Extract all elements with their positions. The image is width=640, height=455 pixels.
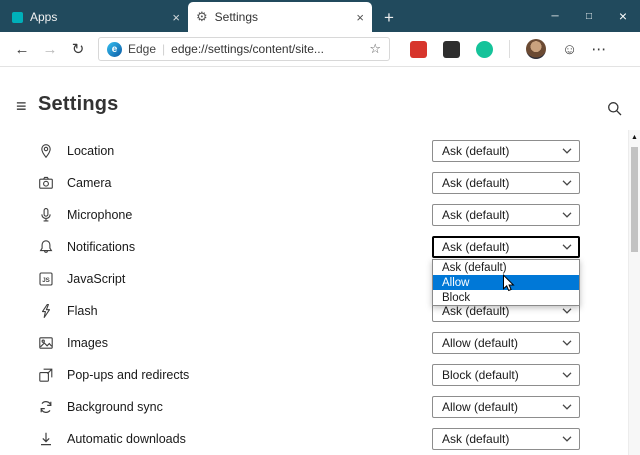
camera-icon [38, 175, 54, 191]
automatic-downloads-dropdown[interactable]: Ask (default) [432, 428, 580, 450]
setting-row-images: Images Allow (default) [0, 327, 628, 359]
setting-label: Microphone [67, 208, 133, 222]
scrollbar-up-arrow[interactable]: ▲ [629, 130, 640, 144]
popup-window-icon [38, 367, 54, 383]
selected-value: Ask (default) [442, 208, 510, 222]
chevron-down-icon [562, 212, 572, 218]
hamburger-menu-icon[interactable]: ≡ [16, 96, 27, 117]
notifications-dropdown[interactable]: Ask (default) [432, 236, 580, 258]
toolbar-divider [509, 40, 510, 58]
new-tab-button[interactable]: + [384, 9, 394, 26]
popups-dropdown[interactable]: Block (default) [432, 364, 580, 386]
tab-close-icon[interactable]: × [356, 11, 364, 24]
images-dropdown[interactable]: Allow (default) [432, 332, 580, 354]
extension-red-icon[interactable] [410, 40, 427, 58]
profile-avatar[interactable] [526, 39, 546, 59]
setting-row-automatic-downloads: Automatic downloads Ask (default) [0, 423, 628, 455]
setting-row-popups: Pop-ups and redirects Block (default) [0, 359, 628, 391]
maximize-button[interactable]: □ [572, 0, 606, 32]
overflow-menu-icon[interactable]: ⋯ [591, 40, 607, 58]
flash-icon [38, 303, 54, 319]
location-icon [38, 143, 54, 159]
setting-label: Location [67, 144, 115, 158]
chevron-down-icon [562, 244, 572, 250]
back-button[interactable]: ← [10, 41, 34, 58]
tab-apps[interactable]: Apps × [4, 2, 188, 32]
background-sync-dropdown[interactable]: Allow (default) [432, 396, 580, 418]
selected-value: Ask (default) [442, 144, 510, 158]
edge-label: Edge [128, 42, 157, 56]
setting-row-background-sync: Background sync Allow (default) [0, 391, 628, 423]
scrollbar-thumb[interactable] [631, 147, 638, 252]
apps-tab-icon [12, 11, 23, 23]
browser-toolbar: ← → ↻ e Edge | edge://settings/content/s… [0, 32, 640, 67]
selected-value: Ask (default) [442, 240, 510, 254]
microphone-icon [38, 207, 54, 223]
setting-row-camera: Camera Ask (default) [0, 167, 628, 199]
setting-label: Notifications [67, 240, 136, 254]
chevron-down-icon [562, 436, 572, 442]
chevron-down-icon [562, 372, 572, 378]
camera-dropdown[interactable]: Ask (default) [432, 172, 580, 194]
search-icon[interactable] [607, 101, 622, 121]
feedback-smiley-icon[interactable]: ☺ [562, 41, 577, 58]
setting-row-location: Location Ask (default) [0, 135, 628, 167]
window-close-button[interactable]: × [606, 0, 640, 32]
microphone-dropdown[interactable]: Ask (default) [432, 204, 580, 226]
tab-settings[interactable]: ⚙ Settings × [188, 2, 372, 32]
chevron-down-icon [562, 148, 572, 154]
javascript-icon: JS [38, 271, 54, 287]
setting-label: Flash [67, 304, 98, 318]
sync-icon [38, 399, 54, 415]
address-separator: | [162, 42, 166, 56]
download-icon [38, 431, 54, 447]
chevron-down-icon [562, 180, 572, 186]
url-text: edge://settings/content/site... [171, 42, 324, 56]
svg-text:JS: JS [42, 277, 50, 284]
chevron-down-icon [562, 308, 572, 314]
chevron-down-icon [562, 404, 572, 410]
page-title: Settings [38, 93, 119, 115]
tab-label: Apps [30, 10, 58, 24]
edge-logo-icon: e [107, 41, 122, 57]
setting-label: JavaScript [67, 272, 126, 286]
gear-icon: ⚙ [196, 9, 208, 24]
selected-value: Ask (default) [442, 176, 510, 190]
chevron-down-icon [562, 340, 572, 346]
selected-value: Block (default) [442, 368, 519, 382]
selected-value: Ask (default) [442, 304, 510, 318]
tab-close-icon[interactable]: × [172, 11, 180, 24]
selected-value: Ask (default) [442, 432, 510, 446]
setting-label: Automatic downloads [67, 432, 186, 446]
window-controls: ─ □ × [538, 0, 640, 32]
bell-icon [38, 239, 54, 255]
favorite-star-icon[interactable]: ☆ [369, 41, 381, 57]
dropdown-option-ask[interactable]: Ask (default) [433, 260, 579, 275]
minimize-button[interactable]: ─ [538, 0, 572, 32]
setting-label: Pop-ups and redirects [67, 368, 190, 382]
selected-value: Allow (default) [442, 400, 519, 414]
images-icon [38, 335, 54, 351]
setting-row-microphone: Microphone Ask (default) [0, 199, 628, 231]
address-bar[interactable]: e Edge | edge://settings/content/site...… [98, 37, 390, 61]
mouse-cursor [503, 274, 515, 292]
refresh-button[interactable]: ↻ [66, 40, 90, 58]
setting-label: Camera [67, 176, 112, 190]
setting-label: Images [67, 336, 108, 350]
extension-dark-icon[interactable] [443, 40, 460, 58]
setting-label: Background sync [67, 400, 163, 414]
location-dropdown[interactable]: Ask (default) [432, 140, 580, 162]
page-scrollbar[interactable]: ▲ [628, 130, 640, 455]
browser-tab-bar: Apps × ⚙ Settings × + ─ □ × [0, 0, 640, 32]
forward-button[interactable]: → [38, 41, 62, 58]
selected-value: Allow (default) [442, 336, 519, 350]
tab-label: Settings [214, 10, 259, 24]
extension-green-icon[interactable] [476, 40, 493, 58]
